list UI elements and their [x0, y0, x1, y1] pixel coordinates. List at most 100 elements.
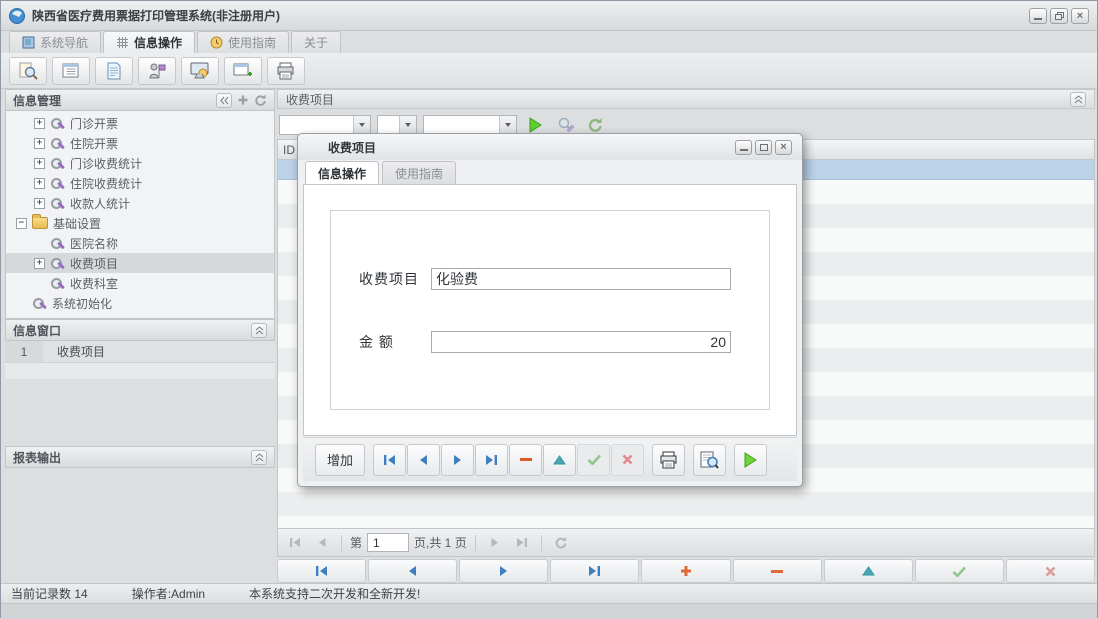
print-button[interactable]: [267, 57, 305, 85]
page-number-input[interactable]: [367, 533, 409, 552]
dialog-tab-info-operation[interactable]: 信息操作: [305, 161, 379, 184]
record-edit-button[interactable]: [824, 559, 913, 583]
run-play-icon: [528, 117, 543, 133]
document-button[interactable]: [95, 57, 133, 85]
cancel-button[interactable]: [611, 444, 644, 476]
collapse-up-icon: [1074, 95, 1083, 104]
delete-record-button[interactable]: [509, 444, 542, 476]
table-icon: [61, 62, 81, 80]
record-prev-button[interactable]: [368, 559, 457, 583]
dialog-tab-strip: 信息操作 使用指南: [298, 160, 802, 184]
cancel-x-icon: [622, 454, 633, 465]
expand-plus-icon[interactable]: +: [34, 198, 45, 209]
record-last-button[interactable]: [550, 559, 639, 583]
dialog-minimize-button[interactable]: [735, 140, 752, 155]
close-button[interactable]: ×: [1071, 8, 1089, 24]
search-button[interactable]: [9, 57, 47, 85]
info-window-header: 信息窗口: [5, 319, 275, 341]
page-refresh-button[interactable]: [550, 533, 572, 553]
expand-plus-icon[interactable]: +: [34, 178, 45, 189]
refresh-icon[interactable]: [254, 94, 267, 107]
nav-next-button[interactable]: [441, 444, 474, 476]
edit-up-icon: [553, 455, 566, 465]
print-preview-button[interactable]: [693, 444, 726, 476]
edit-record-button[interactable]: [543, 444, 576, 476]
organization-button[interactable]: [138, 57, 176, 85]
tree-item-fee-items[interactable]: +收费项目: [6, 253, 274, 273]
navigation-tree: +门诊开票 +住院开票 +门诊收费统计 +住院收费统计 +收款人统计 −基础设置…: [5, 111, 275, 319]
expand-plus-icon[interactable]: +: [34, 118, 45, 129]
record-first-button[interactable]: [277, 559, 366, 583]
filter-combo-3[interactable]: [423, 115, 517, 135]
confirm-check-icon: [587, 454, 601, 465]
filter-combo-1[interactable]: [279, 115, 371, 135]
collapse-minus-icon[interactable]: −: [16, 218, 27, 229]
collapse-up-icon: [255, 453, 264, 462]
expand-plus-icon[interactable]: +: [34, 258, 45, 269]
tab-user-guide[interactable]: 使用指南: [197, 31, 289, 53]
run-button[interactable]: [734, 444, 767, 476]
expand-plus-icon[interactable]: +: [34, 138, 45, 149]
chevron-down-icon: [499, 116, 516, 134]
sidebar-collapse-button[interactable]: [216, 93, 232, 108]
page-next-button[interactable]: [484, 533, 506, 553]
page-last-button[interactable]: [511, 533, 533, 553]
page-first-button[interactable]: [284, 533, 306, 553]
print-record-button[interactable]: [652, 444, 685, 476]
info-window-row[interactable]: 1 收费项目: [5, 341, 275, 363]
monitor-button[interactable]: [181, 57, 219, 85]
tab-about[interactable]: 关于: [291, 31, 341, 53]
nav-first-button[interactable]: [373, 444, 406, 476]
tree-item-outpatient-billing[interactable]: +门诊开票: [6, 113, 274, 133]
folder-icon: [32, 217, 48, 229]
dialog-title-bar[interactable]: 收费项目 ×: [298, 134, 802, 160]
amount-input[interactable]: [431, 331, 731, 353]
tree-item-system-init[interactable]: 系统初始化: [6, 293, 274, 313]
list-view-button[interactable]: [52, 57, 90, 85]
form-fieldset: 收费项目 金 额: [330, 210, 770, 410]
record-confirm-button[interactable]: [915, 559, 1004, 583]
fee-item-label: 收费项目: [359, 269, 419, 289]
app-window: { "window": { "title": "陕西省医疗费用票据打印管理系统(…: [0, 0, 1098, 618]
page-prev-button[interactable]: [311, 533, 333, 553]
cancel-x-icon: [1045, 566, 1056, 577]
tree-item-basic-settings[interactable]: −基础设置: [6, 213, 274, 233]
operator-label: 操作者:Admin: [132, 585, 205, 602]
dialog-maximize-button[interactable]: [755, 140, 772, 155]
tab-system-nav[interactable]: 系统导航: [9, 31, 101, 53]
nav-prev-button[interactable]: [407, 444, 440, 476]
report-output-collapse-button[interactable]: [251, 450, 267, 465]
minimize-button[interactable]: [1029, 8, 1047, 24]
minimize-icon: [1034, 18, 1042, 20]
restore-button[interactable]: [1050, 8, 1068, 24]
confirm-check-icon: [952, 566, 966, 577]
tab-info-operation[interactable]: 信息操作: [103, 31, 195, 53]
expand-plus-icon[interactable]: +: [34, 158, 45, 169]
record-add-button[interactable]: [641, 559, 730, 583]
tree-item-fee-department[interactable]: 收费科室: [6, 273, 274, 293]
record-next-button[interactable]: [459, 559, 548, 583]
dialog-close-button[interactable]: ×: [775, 140, 792, 155]
tree-item-payee-stats[interactable]: +收款人统计: [6, 193, 274, 213]
tree-item-hospital-name[interactable]: 医院名称: [6, 233, 274, 253]
app-logo-icon: [9, 8, 25, 24]
confirm-button[interactable]: [577, 444, 610, 476]
tree-item-outpatient-stats[interactable]: +门诊收费统计: [6, 153, 274, 173]
new-window-button[interactable]: [224, 57, 262, 85]
dialog-toolbar: 增加: [303, 437, 797, 481]
add-record-button[interactable]: 增加: [315, 444, 365, 476]
report-output-header: 报表输出: [5, 446, 275, 468]
add-plus-icon: [680, 565, 692, 577]
tree-item-inpatient-billing[interactable]: +住院开票: [6, 133, 274, 153]
dialog-tab-user-guide[interactable]: 使用指南: [382, 161, 456, 184]
monitor-icon: [190, 62, 210, 80]
content-collapse-button[interactable]: [1070, 92, 1086, 107]
info-window-collapse-button[interactable]: [251, 323, 267, 338]
record-cancel-button[interactable]: [1006, 559, 1095, 583]
nav-last-button[interactable]: [475, 444, 508, 476]
tree-item-inpatient-stats[interactable]: +住院收费统计: [6, 173, 274, 193]
filter-combo-2[interactable]: [377, 115, 417, 135]
fee-item-input[interactable]: [431, 268, 731, 290]
record-delete-button[interactable]: [733, 559, 822, 583]
add-icon[interactable]: [237, 94, 249, 106]
